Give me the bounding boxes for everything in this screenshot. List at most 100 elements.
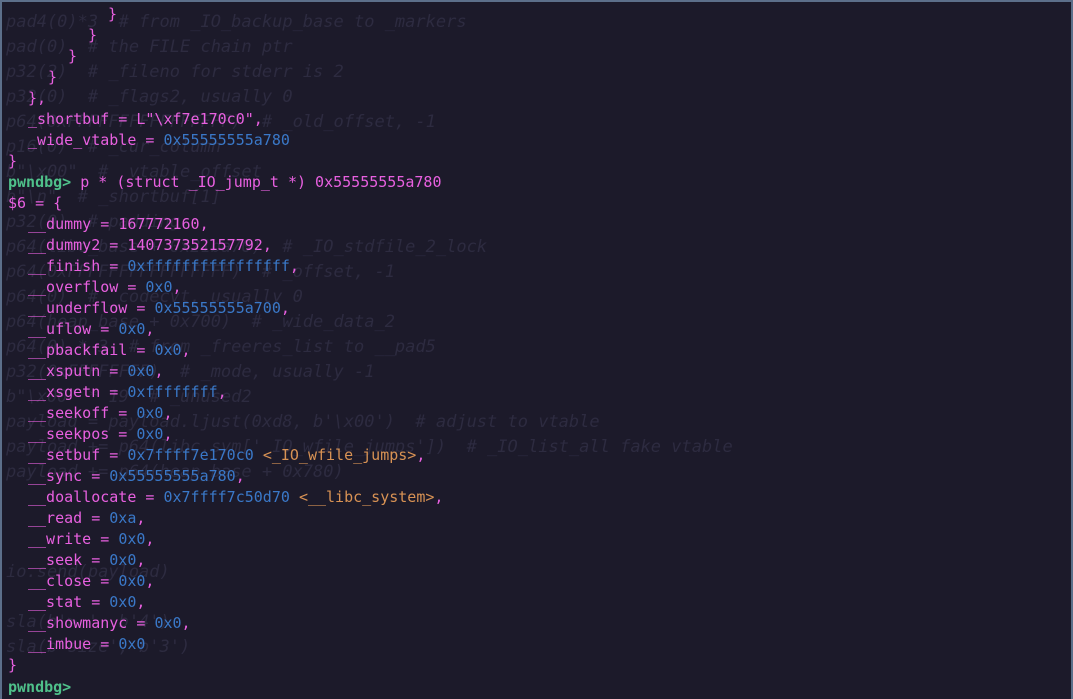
field-comma: , [253, 110, 263, 128]
field-operator: = [82, 551, 110, 569]
terminal-window[interactable]: pad4(0)*3 # from _IO_backup_base to _mar… [0, 0, 1073, 699]
field-value: 0x0 [154, 614, 182, 632]
field-comma: , [289, 257, 299, 275]
field-comma: , [136, 551, 146, 569]
command-text[interactable]: p * (struct _IO_jump_t *) 0x55555555a780 [80, 173, 441, 191]
result-open: $6 = { [8, 193, 1071, 214]
field-comma: , [416, 446, 426, 464]
field-row: __pbackfail = 0x0, [8, 340, 1071, 361]
field-name: __imbue [28, 635, 92, 653]
field-comma: , [262, 236, 272, 254]
field-name: __setbuf [28, 446, 101, 464]
field-operator: = [82, 593, 110, 611]
field-operator: = [109, 425, 137, 443]
field-symbol: <__libc_system> [298, 488, 435, 506]
field-row: __dummy2 = 140737352157792, [8, 235, 1071, 256]
field-row: __imbue = 0x0 [8, 634, 1071, 655]
field-value: 0xa [109, 509, 137, 527]
closing-brace: } [108, 5, 118, 23]
field-operator: = [109, 404, 137, 422]
field-operator: = [91, 572, 119, 590]
field-name: __underflow [28, 299, 128, 317]
field-value: 0x0 [118, 320, 146, 338]
result-variable: $6 [8, 194, 27, 212]
field-row: __xsgetn = 0xffffffff, [8, 382, 1071, 403]
field-comma: , [136, 509, 146, 527]
field-operator: = [118, 278, 146, 296]
field-shortbuf: _shortbuf = L"\xf7e170c0", [8, 109, 1071, 130]
field-row: __overflow = 0x0, [8, 277, 1071, 298]
field-comma: , [280, 299, 290, 317]
field-name: _shortbuf [28, 110, 110, 128]
field-operator: = [91, 320, 119, 338]
field-name: __close [28, 572, 92, 590]
field-operator: = [100, 236, 128, 254]
field-row: __dummy = 167772160, [8, 214, 1071, 235]
field-name: __stat [28, 593, 83, 611]
closing-brace: } [68, 47, 78, 65]
final-prompt-line[interactable]: pwndbg> [8, 676, 1071, 697]
field-row: __finish = 0xffffffffffffffff, [8, 256, 1071, 277]
field-row: __sync = 0x55555555a780, [8, 466, 1071, 487]
field-row: __stat = 0x0, [8, 592, 1071, 613]
field-value: 0x0 [109, 551, 137, 569]
field-operator: = [100, 446, 128, 464]
result-open-brace: = { [26, 194, 63, 212]
field-comma: , [145, 530, 155, 548]
cursor[interactable] [71, 676, 80, 692]
field-value: 0x55555555a780 [163, 131, 290, 149]
field-name: __pbackfail [28, 341, 128, 359]
field-name: __xsputn [28, 362, 101, 380]
field-row: __seekpos = 0x0, [8, 424, 1071, 445]
field-comma: , [145, 320, 155, 338]
field-value: 0x0 [145, 278, 173, 296]
field-value: 0x0 [109, 593, 137, 611]
field-comma: , [199, 215, 209, 233]
field-operator: = [127, 614, 155, 632]
field-comma: , [434, 488, 444, 506]
field-operator: = [136, 131, 164, 149]
field-name: __seek [28, 551, 83, 569]
prompt-label: pwndbg> [8, 678, 72, 696]
field-operator: = [136, 488, 164, 506]
field-operator: = [100, 362, 128, 380]
field-row: __showmanyc = 0x0, [8, 613, 1071, 634]
field-operator: = [100, 257, 128, 275]
field-row: __read = 0xa, [8, 508, 1071, 529]
jump-table-fields: __dummy = 167772160, __dummy2 = 140737352… [8, 214, 1071, 655]
field-value: 0xffffffff [127, 383, 218, 401]
field-name: __xsgetn [28, 383, 101, 401]
command-line[interactable]: pwndbg> p * (struct _IO_jump_t *) 0x5555… [8, 172, 1071, 193]
field-row: __write = 0x0, [8, 529, 1071, 550]
field-name: __seekpos [28, 425, 110, 443]
field-comma: , [181, 341, 191, 359]
field-name: __showmanyc [28, 614, 128, 632]
field-operator: = [91, 635, 119, 653]
field-name: __uflow [28, 320, 92, 338]
field-comma: , [217, 383, 227, 401]
field-operator: = [100, 383, 128, 401]
field-comma: , [235, 467, 245, 485]
field-comma: , [154, 362, 164, 380]
field-row: __close = 0x0, [8, 571, 1071, 592]
field-row: __seekoff = 0x0, [8, 403, 1071, 424]
field-row: __uflow = 0x0, [8, 319, 1071, 340]
field-value: 167772160 [118, 215, 200, 233]
field-name: __overflow [28, 278, 119, 296]
field-value: 140737352157792 [127, 236, 263, 254]
field-operator: = [82, 509, 110, 527]
outer-close-brace: } [8, 152, 18, 170]
prompt-label: pwndbg> [8, 173, 72, 191]
field-comma: , [181, 614, 191, 632]
field-value: 0x0 [118, 572, 146, 590]
field-operator: = [127, 299, 155, 317]
field-value: 0x0 [118, 635, 146, 653]
field-name: __dummy [28, 215, 92, 233]
field-name: _wide_vtable [28, 131, 137, 149]
field-comma: , [145, 572, 155, 590]
field-value: L"\xf7e170c0" [136, 110, 254, 128]
field-value: 0x7ffff7e170c0 [127, 446, 254, 464]
field-value: 0x0 [118, 530, 146, 548]
field-wide-vtable: _wide_vtable = 0x55555555a780 [8, 130, 1071, 151]
terminal-output[interactable]: } } } } }, _shortbuf = L"\xf7e170c0", _w… [8, 4, 1071, 697]
